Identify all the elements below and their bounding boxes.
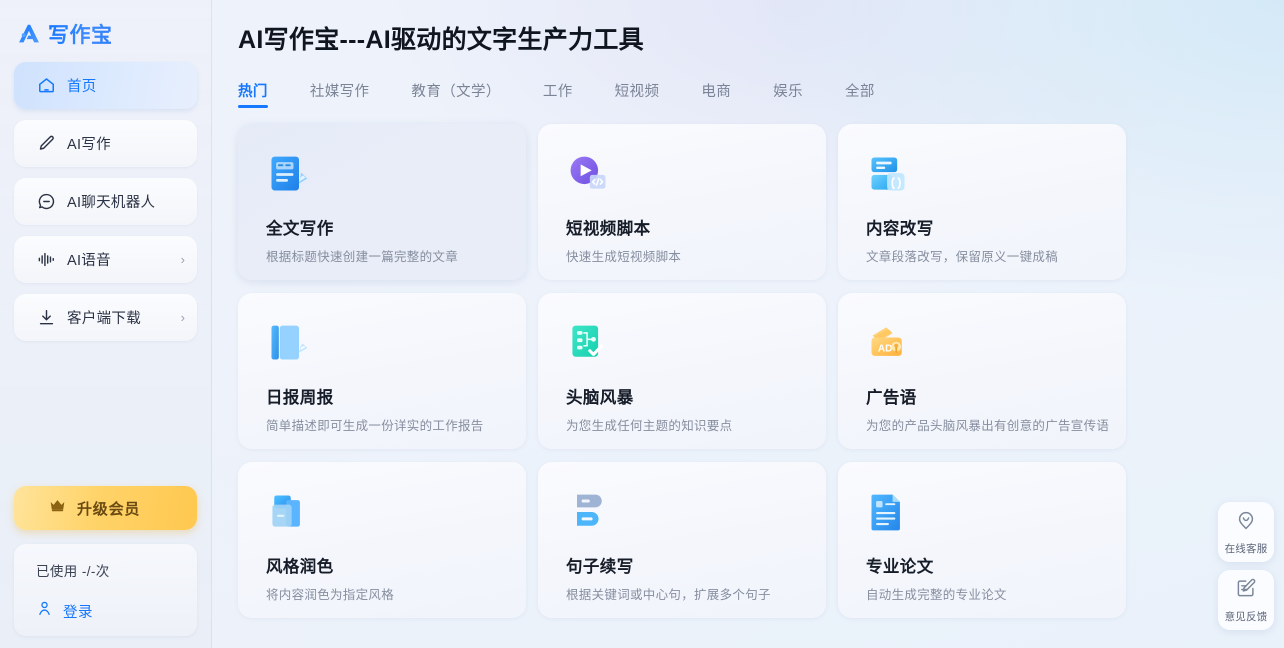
card-title: 句子续写	[566, 558, 634, 576]
card-desc: 根据关键词或中心句，扩展多个句子	[566, 588, 771, 602]
tab-work[interactable]: 工作	[543, 80, 573, 108]
login-button[interactable]: 登录	[36, 600, 197, 622]
feature-card-daily-weekly-report[interactable]: 日报周报 简单描述即可生成一份详实的工作报告	[238, 293, 526, 449]
card-desc: 简单描述即可生成一份详实的工作报告	[266, 419, 484, 433]
card-desc: 为您的产品头脑风暴出有创意的广告宣传语	[866, 419, 1110, 433]
feature-card-content-rewrite[interactable]: 内容改写 文章段落改写，保留原义一键成稿	[838, 124, 1126, 280]
sentence-blocks-icon	[577, 494, 602, 526]
feature-card-sentence-continuation[interactable]: 句子续写 根据关键词或中心句，扩展多个句子	[538, 462, 826, 618]
main-content: AI写作宝---AI驱动的文字生产力工具 热门 社媒写作 教育（文学） 工作 短…	[212, 0, 1284, 648]
tab-ecommerce[interactable]: 电商	[701, 80, 731, 108]
sidebar-item-ai-writing[interactable]: AI写作	[14, 120, 197, 167]
card-title: 广告语	[866, 389, 917, 407]
feature-card-grid: 全文写作 根据标题快速创建一篇完整的文章 短视频脚本 快速生成短视频脚本 内容改…	[238, 124, 1138, 618]
sidebar-item-ai-chatbot[interactable]: AI聊天机器人	[14, 178, 197, 225]
sidebar-item-label: AI聊天机器人	[67, 195, 156, 211]
rewrite-braces-icon	[871, 157, 905, 191]
usage-count: 已使用 -/-次	[36, 564, 110, 579]
download-icon	[36, 308, 56, 328]
card-desc: 快速生成短视频脚本	[566, 250, 682, 264]
sidebar-item-label: 首页	[67, 79, 97, 95]
sidebar-item-client-download[interactable]: 客户端下载 ›	[14, 294, 197, 341]
layers-polish-icon	[272, 495, 300, 527]
pencil-icon	[36, 134, 56, 154]
floating-dock: 在线客服 意见反馈	[1218, 502, 1274, 630]
chevron-right-icon[interactable]: ›	[181, 311, 185, 324]
upgrade-label: 升级会员	[77, 500, 141, 518]
feature-card-full-article[interactable]: 全文写作 根据标题快速创建一篇完整的文章	[238, 124, 526, 280]
feature-card-ad-copy[interactable]: AD 广告语 为您的产品头脑风暴出有创意的广告宣传语	[838, 293, 1126, 449]
chat-minus-icon	[36, 192, 56, 212]
tab-social-media[interactable]: 社媒写作	[310, 80, 370, 108]
home-icon	[36, 76, 56, 96]
sidebar-item-label: AI写作	[67, 137, 111, 153]
card-title: 风格润色	[266, 558, 334, 576]
waveform-icon	[36, 250, 56, 270]
card-desc: 文章段落改写，保留原义一键成稿	[866, 250, 1059, 264]
sidebar-item-label: AI语音	[67, 253, 111, 269]
brand-logo[interactable]: 写作宝	[0, 0, 211, 52]
card-title: 短视频脚本	[566, 220, 651, 238]
card-title: 头脑风暴	[566, 389, 634, 407]
paper-doc-icon	[871, 494, 900, 531]
tab-all[interactable]: 全部	[845, 80, 875, 108]
ad-megaphone-icon: AD	[871, 327, 902, 356]
sidebar-item-label: 客户端下载	[67, 311, 141, 327]
feature-card-style-polish[interactable]: 风格润色 将内容润色为指定风格	[238, 462, 526, 618]
card-title: 全文写作	[266, 220, 334, 238]
card-desc: 为您生成任何主题的知识要点	[566, 419, 733, 433]
feature-card-professional-paper[interactable]: 专业论文 自动生成完整的专业论文	[838, 462, 1126, 618]
document-pencil-icon	[271, 156, 308, 191]
page-title: AI写作宝---AI驱动的文字生产力工具	[238, 26, 644, 54]
mindmap-check-icon	[572, 325, 604, 357]
online-support-button[interactable]: 在线客服	[1218, 502, 1274, 562]
card-title: 日报周报	[266, 389, 334, 407]
tab-education[interactable]: 教育（文学）	[411, 80, 500, 108]
login-label: 登录	[63, 604, 93, 621]
sidebar-nav: 首页 AI写作 AI聊天机器人 AI语音 › 客户端下载 ›	[0, 52, 211, 341]
tab-short-video[interactable]: 短视频	[615, 80, 660, 108]
tab-entertainment[interactable]: 娱乐	[773, 80, 803, 108]
upgrade-membership-button[interactable]: 升级会员	[14, 486, 197, 530]
smiley-pin-icon	[1235, 509, 1257, 536]
feature-card-brainstorm[interactable]: 头脑风暴 为您生成任何主题的知识要点	[538, 293, 826, 449]
category-tabbar: 热门 社媒写作 教育（文学） 工作 短视频 电商 娱乐 全部	[238, 78, 1284, 108]
sidebar-item-ai-voice[interactable]: AI语音 ›	[14, 236, 197, 283]
brand-name: 写作宝	[48, 19, 113, 49]
feedback-button[interactable]: 意见反馈	[1218, 570, 1274, 630]
card-desc: 将内容润色为指定风格	[266, 588, 395, 602]
svg-text:AD: AD	[878, 343, 893, 354]
brand-triangle-icon	[19, 24, 39, 42]
crown-icon	[48, 496, 67, 520]
card-desc: 根据标题快速创建一篇完整的文章	[266, 250, 459, 264]
float-btn-label: 意见反馈	[1224, 610, 1268, 623]
sidebar-item-home[interactable]: 首页	[14, 62, 197, 109]
card-title: 专业论文	[866, 558, 934, 576]
card-desc: 自动生成完整的专业论文	[866, 588, 1007, 602]
sidebar: 写作宝 首页 AI写作 AI聊天机器人 AI语音 › 客户端下载 › 升级会员 …	[0, 0, 212, 648]
account-panel: 已使用 -/-次 登录	[14, 544, 197, 636]
chevron-right-icon[interactable]: ›	[181, 253, 185, 266]
feature-card-short-video-script[interactable]: 短视频脚本 快速生成短视频脚本	[538, 124, 826, 280]
float-btn-label: 在线客服	[1224, 542, 1268, 555]
report-book-icon	[271, 325, 308, 360]
tab-hot[interactable]: 热门	[238, 80, 268, 108]
feedback-edit-icon	[1235, 577, 1257, 604]
video-play-code-icon	[570, 156, 606, 189]
user-icon	[36, 600, 53, 622]
card-title: 内容改写	[866, 220, 934, 238]
